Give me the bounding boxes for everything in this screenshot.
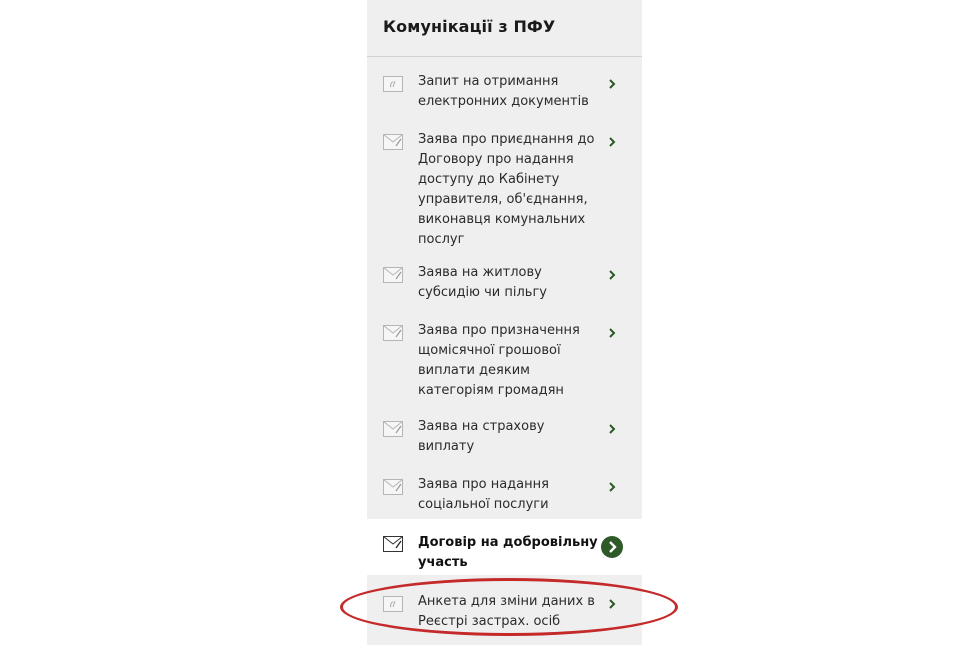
menu-item-housing-subsidy[interactable]: Заява на житлову субсидію чи пільгу [367, 261, 642, 311]
menu-item-management-cabinet-agreement[interactable]: Заява про приєднання до Договору про над… [367, 128, 642, 254]
menu-item-label: Заява про надання соціальної послуги [418, 477, 549, 512]
doc-icon [383, 76, 403, 92]
envelope-icon [383, 421, 403, 437]
menu-item-insurance-payment[interactable]: Заява на страхову виплату [367, 415, 642, 454]
chevron-right-icon [609, 79, 616, 89]
chevron-right-circle-icon [601, 536, 623, 558]
menu-item-label: Заява про призначення щомісячної грошово… [418, 323, 580, 398]
chevron-right-icon [609, 328, 616, 338]
divider [367, 56, 642, 57]
menu-item-monthly-payment[interactable]: Заява про призначення щомісячної грошово… [367, 319, 642, 405]
envelope-icon [383, 536, 403, 552]
chevron-right-icon [609, 424, 616, 434]
menu-item-label: Договір на добровільну участь [418, 535, 598, 570]
chevron-right-icon [609, 270, 616, 280]
menu-item-voluntary-participation[interactable]: Договір на добровільну участь [367, 519, 642, 575]
chevron-right-icon [609, 137, 616, 147]
envelope-icon [383, 325, 403, 341]
menu-item-label: Заява про приєднання до Договору про над… [418, 132, 595, 247]
envelope-icon [383, 479, 403, 495]
chevron-right-icon [609, 482, 616, 492]
menu-item-insured-registry-form[interactable]: Анкета для зміни даних в Реєстрі застрах… [367, 590, 642, 640]
envelope-icon [383, 134, 403, 150]
panel-title: Комунікації з ПФУ [383, 17, 556, 36]
menu-item-label: Анкета для зміни даних в Реєстрі застрах… [418, 594, 595, 629]
menu-item-electronic-documents-request[interactable]: Запит на отримання електронних документі… [367, 70, 642, 120]
menu-item-label: Запит на отримання електронних документі… [418, 74, 589, 109]
envelope-icon [383, 267, 403, 283]
chevron-right-icon [609, 599, 616, 609]
menu-item-label: Заява на страхову виплату [418, 419, 545, 454]
menu-item-social-service[interactable]: Заява про надання соціальної послуги [367, 473, 642, 519]
doc-icon [383, 596, 403, 612]
menu-item-label: Заява на житлову субсидію чи пільгу [418, 265, 547, 300]
side-panel: Комунікації з ПФУ Запит на отримання еле… [367, 0, 642, 645]
